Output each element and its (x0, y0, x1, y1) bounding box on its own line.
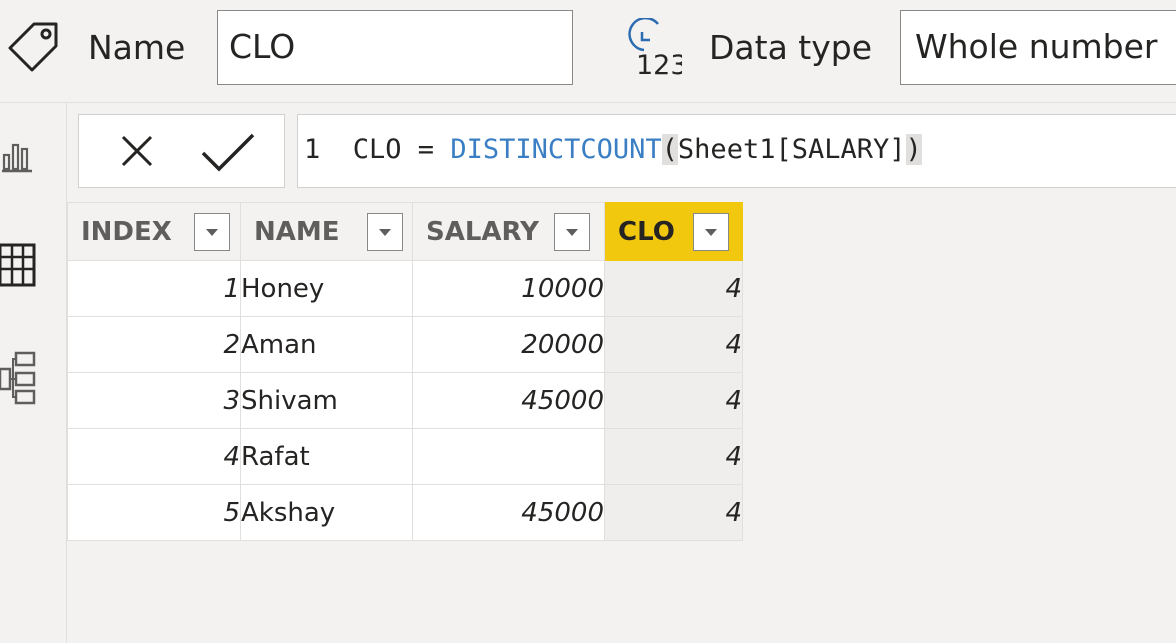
cell-name[interactable]: Honey (240, 260, 413, 317)
view-switcher-rail (0, 103, 67, 643)
cell-clo[interactable]: 4 (604, 484, 743, 541)
cell-clo[interactable]: 4 (604, 316, 743, 373)
table-row: 5 Akshay 45000 4 (67, 484, 743, 541)
filter-dropdown-icon[interactable] (554, 213, 590, 251)
data-table: INDEX NAME SALARY CLO 1 Honey 10000 4 2 … (67, 202, 743, 541)
column-header-name[interactable]: NAME (240, 202, 413, 261)
cell-salary[interactable]: 10000 (412, 260, 605, 317)
formula-line-number: 1 (304, 134, 321, 165)
formula-prefix: CLO = (352, 134, 451, 165)
cell-clo[interactable]: 4 (604, 428, 743, 485)
table-row: 4 Rafat 4 (67, 428, 743, 485)
cell-salary[interactable]: 20000 (412, 316, 605, 373)
name-input[interactable]: CLO (217, 10, 573, 85)
cell-index[interactable]: 3 (67, 372, 241, 429)
cell-index[interactable]: 2 (67, 316, 241, 373)
bar-chart-icon[interactable] (0, 133, 34, 173)
column-header-label: CLO (618, 217, 675, 247)
cell-salary[interactable]: 45000 (412, 484, 605, 541)
table-row: 2 Aman 20000 4 (67, 316, 743, 373)
cell-name[interactable]: Aman (240, 316, 413, 373)
column-properties-bar: Name CLO 123 Data type Whole number (0, 0, 1176, 103)
filter-dropdown-icon[interactable] (693, 213, 729, 251)
datatype-label: Data type (709, 28, 873, 67)
column-header-clo[interactable]: CLO (604, 202, 743, 261)
name-label: Name (88, 28, 186, 67)
column-header-salary[interactable]: SALARY (412, 202, 605, 261)
model-icon[interactable] (0, 351, 38, 405)
svg-text:123: 123 (636, 50, 682, 80)
formula-function: DISTINCTCOUNT (450, 134, 662, 165)
cell-index[interactable]: 4 (67, 428, 241, 485)
filter-dropdown-icon[interactable] (194, 213, 230, 251)
clock-123-icon: 123 (628, 18, 682, 80)
column-header-label: INDEX (81, 217, 172, 247)
formula-open-paren: ( (661, 134, 678, 165)
cell-clo[interactable]: 4 (604, 260, 743, 317)
commit-formula-button[interactable] (187, 115, 267, 187)
cell-name[interactable]: Akshay (240, 484, 413, 541)
table-row: 1 Honey 10000 4 (67, 260, 743, 317)
tag-icon (8, 22, 58, 72)
column-header-label: NAME (254, 217, 340, 247)
cell-name[interactable]: Rafat (240, 428, 413, 485)
cell-clo[interactable]: 4 (604, 372, 743, 429)
table-row: 3 Shivam 45000 4 (67, 372, 743, 429)
formula-argument: Sheet1[SALARY] (677, 134, 906, 165)
cell-salary[interactable]: 45000 (412, 372, 605, 429)
column-header-index[interactable]: INDEX (67, 202, 241, 261)
close-icon (121, 135, 153, 167)
checkmark-icon (201, 133, 255, 172)
cell-index[interactable]: 5 (67, 484, 241, 541)
table-icon[interactable] (0, 243, 36, 287)
formula-editor[interactable]: 1 CLO = DISTINCTCOUNT(Sheet1[SALARY]) (297, 114, 1176, 188)
datatype-select[interactable]: Whole number (900, 10, 1176, 85)
cancel-formula-button[interactable] (99, 115, 179, 187)
formula-commit-buttons (78, 114, 285, 188)
column-header-label: SALARY (426, 217, 539, 247)
cell-index[interactable]: 1 (67, 260, 241, 317)
cell-name[interactable]: Shivam (240, 372, 413, 429)
filter-dropdown-icon[interactable] (367, 213, 403, 251)
cell-salary[interactable] (412, 428, 605, 485)
formula-close-paren: ) (905, 134, 922, 165)
